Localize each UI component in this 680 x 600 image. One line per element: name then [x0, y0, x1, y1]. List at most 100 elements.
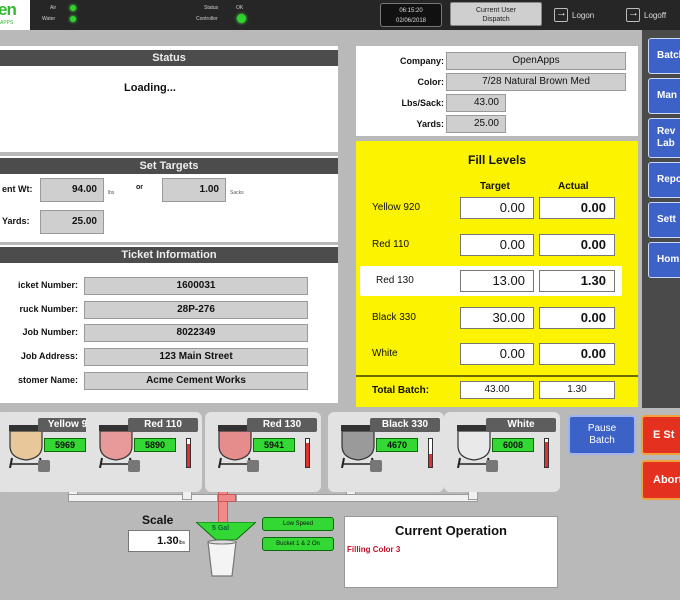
top-bar: en APPS Air Water Status OK Controller 0… — [0, 0, 680, 30]
ticket-row-label: Job Address: — [20, 351, 78, 361]
fill-row-name: Red 110 — [372, 239, 410, 250]
weight-label: ent Wt: — [2, 184, 33, 194]
fill-row-target[interactable]: 30.00 — [460, 307, 534, 329]
low-speed-indicator: Low Speed — [262, 517, 334, 531]
clock-time: 06:15:20 — [399, 8, 423, 14]
fill-row-actual: 0.00 — [539, 234, 615, 256]
ticket-row-value: 8022349 — [84, 324, 308, 342]
total-actual-field: 1.30 — [539, 381, 615, 399]
ticket-info-panel: Ticket Information icket Number: 1600031 r… — [0, 245, 338, 403]
active-pipe — [218, 494, 236, 502]
controller-label: Controller — [196, 16, 218, 22]
fill-row-name: Black 330 — [372, 312, 416, 323]
weight-field[interactable]: 94.00 — [40, 178, 104, 202]
ticket-info-title: Ticket Information — [0, 247, 338, 263]
pause-batch-button[interactable]: Pause Batch — [568, 415, 636, 455]
fill-row-target[interactable]: 0.00 — [460, 197, 534, 219]
fill-level-row[interactable]: Yellow 920 0.00 0.00 — [356, 193, 638, 223]
fill-row-target[interactable]: 13.00 — [460, 270, 534, 292]
nav-home-label: Hom — [657, 254, 680, 265]
current-operation-panel: Current Operation Filling Color 3 — [344, 516, 558, 588]
pipe-segment — [68, 494, 218, 502]
hopper-weight: 5890 — [134, 438, 176, 452]
logon-button[interactable]: Logon — [554, 6, 594, 24]
company-yards-field: 25.00 — [446, 115, 506, 133]
hopper-level-bar — [186, 438, 191, 468]
logon-icon — [554, 7, 568, 22]
nav-manual-label: Man — [657, 90, 677, 101]
pause-label: Pause — [587, 423, 617, 434]
hopper-outlet-icon — [486, 460, 498, 472]
fill-row-actual: 0.00 — [539, 197, 615, 219]
actual-header: Actual — [558, 181, 589, 192]
hopper-level-bar — [428, 438, 433, 468]
hopper-5: White 6008 — [444, 412, 560, 492]
company-logo: en APPS — [0, 0, 30, 30]
sacks-unit: Sacks — [230, 190, 244, 196]
current-operation-detail: Filling Color 3 — [347, 545, 401, 554]
nav-review-label-2: Lab — [657, 138, 675, 149]
fill-level-row[interactable]: White 0.00 0.00 — [356, 339, 638, 369]
target-header: Target — [480, 181, 510, 192]
sacks-field[interactable]: 1.00 — [162, 178, 226, 202]
nav-review-label: Rev — [657, 126, 676, 137]
status-label: Status — [204, 5, 219, 11]
color-field: 7/28 Natural Brown Med — [446, 73, 626, 91]
pipe-segment — [236, 494, 478, 502]
hopper-level-fill — [545, 441, 548, 467]
hopper-title: White — [486, 418, 556, 432]
total-batch-label: Total Batch: — [372, 385, 430, 396]
lbs-sack-field: 43.00 — [446, 94, 506, 112]
nav-batch-label: Batch — [657, 50, 680, 61]
logon-label: Logon — [572, 10, 595, 20]
fill-row-name: White — [372, 348, 398, 359]
hopper-level-bar — [544, 438, 549, 468]
status-panel: Status Loading... — [0, 46, 338, 152]
abort-label: Abort — [653, 474, 680, 486]
scale-value: 1.30 — [157, 535, 179, 547]
nav-review-button[interactable]: Rev Lab — [648, 118, 680, 158]
company-panel: Company: OpenApps Color: 7/28 Natural Br… — [356, 46, 638, 136]
logoff-icon — [626, 7, 640, 22]
hopper-weight: 4670 — [376, 438, 418, 452]
nav-settings-button[interactable]: Sett — [648, 202, 680, 238]
abort-button[interactable]: Abort — [641, 460, 680, 500]
emergency-stop-button[interactable]: E St — [641, 415, 680, 455]
logoff-button[interactable]: Logoff — [626, 6, 666, 24]
company-field: OpenApps — [446, 52, 626, 70]
hopper-title: Red 110 — [128, 418, 198, 432]
current-user-box: Current User Dispatch — [450, 2, 542, 26]
fill-row-target[interactable]: 0.00 — [460, 343, 534, 365]
lbs-sack-label: Lbs/Sack: — [401, 98, 444, 108]
hopper-2: Red 110 5890 — [86, 412, 202, 492]
yards-label: Yards: — [2, 216, 30, 226]
current-user-label: Current User — [475, 7, 517, 14]
air-label: Air — [50, 5, 57, 11]
fill-level-row[interactable]: Red 130 13.00 1.30 — [360, 266, 622, 296]
fill-row-actual: 0.00 — [539, 307, 615, 329]
hopper-title: Red 130 — [247, 418, 317, 432]
fill-level-row[interactable]: Red 110 0.00 0.00 — [356, 230, 638, 260]
hopper-title: Black 330 — [370, 418, 440, 432]
nav-manual-button[interactable]: Man — [648, 78, 680, 114]
water-indicator-icon — [70, 16, 76, 22]
total-divider — [356, 375, 638, 377]
fill-level-row[interactable]: Black 330 30.00 0.00 — [356, 303, 638, 333]
nav-home-button[interactable]: Hom — [648, 242, 680, 278]
pause-label-2: Batch — [589, 435, 615, 446]
hopper-weight: 6008 — [492, 438, 534, 452]
nav-batch-button[interactable]: Batch — [648, 38, 680, 74]
bucket-indicator: Bucket 1 & 2 On — [262, 537, 334, 551]
hopper-outlet-icon — [247, 460, 259, 472]
current-user-value: Dispatch — [482, 16, 510, 23]
company-label: Company: — [399, 56, 444, 66]
hopper-weight: 5969 — [44, 438, 86, 452]
fill-row-target[interactable]: 0.00 — [460, 234, 534, 256]
bucket-icon — [207, 540, 237, 577]
fill-row-name: Yellow 920 — [372, 202, 421, 213]
status-message: Loading... — [124, 82, 176, 94]
nav-reports-button[interactable]: Repo — [648, 162, 680, 198]
yards-field[interactable]: 25.00 — [40, 210, 104, 234]
weight-unit: lbs — [108, 190, 115, 196]
ticket-row-value: Acme Cement Works — [84, 372, 308, 390]
